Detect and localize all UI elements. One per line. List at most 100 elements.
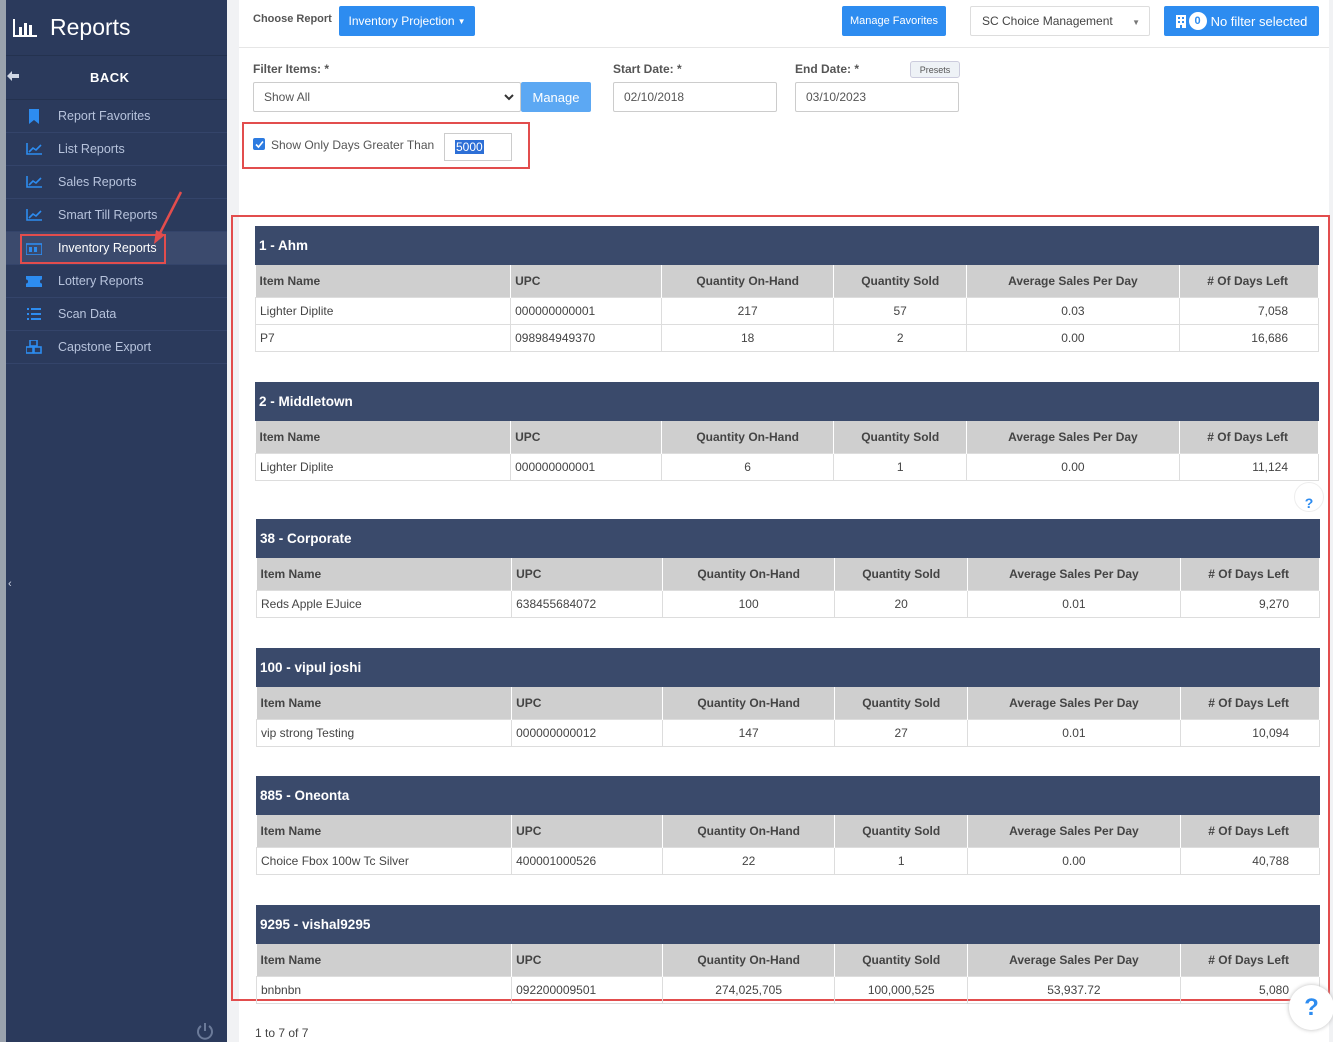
column-header[interactable]: # Of Days Left xyxy=(1180,687,1321,719)
column-header[interactable]: Item Name xyxy=(256,944,513,976)
table-cell: 10,094 xyxy=(1179,718,1321,747)
column-header[interactable]: Item Name xyxy=(256,558,513,590)
table-cell: Lighter Diplite xyxy=(254,296,512,325)
column-header[interactable]: Average Sales Per Day xyxy=(967,944,1181,976)
store-group-title: 1 - Ahm xyxy=(255,226,1319,265)
column-header[interactable]: Average Sales Per Day xyxy=(967,687,1181,719)
sidebar-item-lottery-reports[interactable]: Lottery Reports xyxy=(6,265,227,298)
sidebar-item-label: Smart Till Reports xyxy=(58,208,158,222)
column-header[interactable]: Quantity On-Hand xyxy=(661,265,835,297)
chevron-down-icon xyxy=(504,94,514,101)
column-header[interactable]: Quantity Sold xyxy=(833,421,968,453)
manage-button[interactable]: Manage xyxy=(521,82,591,112)
power-icon[interactable] xyxy=(196,1022,214,1040)
column-header[interactable]: Quantity Sold xyxy=(834,944,969,976)
column-header[interactable]: Item Name xyxy=(256,687,513,719)
table-cell: 16,686 xyxy=(1178,323,1320,352)
column-header[interactable]: Quantity Sold xyxy=(833,265,968,297)
sidebar-item-list-reports[interactable]: List Reports xyxy=(6,133,227,166)
start-date-input[interactable]: 02/10/2018 xyxy=(613,82,777,112)
help-icon[interactable]: ? xyxy=(1289,985,1333,1030)
sidebar-item-label: Capstone Export xyxy=(58,340,152,354)
store-group-title: 2 - Middletown xyxy=(255,382,1319,421)
table-cell: 000000000001 xyxy=(510,296,663,325)
days-checkbox[interactable] xyxy=(253,138,265,150)
store-group: 100 - vipul joshi Item Name UPC Quantity On… xyxy=(255,648,1321,747)
choose-report-label: Choose Report xyxy=(253,13,332,25)
column-header[interactable]: Average Sales Per Day xyxy=(967,815,1181,847)
bar-chart-icon xyxy=(13,18,37,37)
end-date-input[interactable]: 03/10/2023 xyxy=(795,82,959,112)
column-header[interactable]: Quantity On-Hand xyxy=(662,687,836,719)
filter-items-label: Filter Items: * xyxy=(253,62,330,76)
column-header[interactable]: Average Sales Per Day xyxy=(967,558,1181,590)
column-header[interactable]: # Of Days Left xyxy=(1180,558,1321,590)
table-cell: 9,270 xyxy=(1179,589,1321,618)
store-group: 2 - Middletown Item Name UPC Quantity On-Ha… xyxy=(254,382,1320,481)
sidebar-item-inventory-reports[interactable]: Inventory Reports xyxy=(6,191,227,265)
table-cell: 0.01 xyxy=(967,589,1181,618)
column-header[interactable]: # Of Days Left xyxy=(1180,815,1321,847)
days-threshold-input[interactable]: 5000 xyxy=(444,133,512,161)
table-cell: 217 xyxy=(661,296,835,325)
table-row: Choice Fbox 100w Tc Silver 400001000526 22… xyxy=(255,846,1321,875)
column-header[interactable]: Average Sales Per Day xyxy=(966,265,1180,297)
report-dropdown-button[interactable]: Inventory Projection ▼ xyxy=(339,6,475,36)
column-header[interactable]: # Of Days Left xyxy=(1179,421,1320,453)
table-cell: 1 xyxy=(834,846,969,875)
list-icon xyxy=(26,306,42,322)
table-cell: 000000000012 xyxy=(511,718,664,747)
table-header-row: Item Name UPC Quantity On-Hand Quantity Sol… xyxy=(256,687,1321,719)
chart-icon xyxy=(26,141,42,157)
column-header[interactable]: # Of Days Left xyxy=(1180,944,1321,976)
table-cell: 0.00 xyxy=(966,452,1180,481)
store-select[interactable]: SC Choice Management ▼ xyxy=(970,6,1150,36)
table-cell: 27 xyxy=(834,718,969,747)
presets-button[interactable]: Presets xyxy=(910,61,960,78)
column-header[interactable]: UPC xyxy=(511,558,664,590)
sidebar-item-scan-data[interactable]: Scan Data xyxy=(6,298,227,331)
column-header[interactable]: Quantity On-Hand xyxy=(662,944,836,976)
column-header[interactable]: Item Name xyxy=(255,421,512,453)
sidebar-item-smart-till-reports[interactable]: Smart Till Reports xyxy=(6,199,227,232)
inventory-table: Item Name UPC Quantity On-Hand Quantity Sol… xyxy=(255,815,1321,875)
store-group-title: 100 - vipul joshi xyxy=(256,648,1320,687)
column-header[interactable]: Quantity On-Hand xyxy=(662,558,836,590)
filter-count-badge: 0 xyxy=(1188,12,1207,30)
store-filter-button[interactable]: 0 No filter selected xyxy=(1164,6,1319,36)
table-cell: 7,058 xyxy=(1178,296,1320,325)
column-header[interactable]: Item Name xyxy=(256,815,513,847)
column-header[interactable]: UPC xyxy=(511,815,664,847)
sidebar: Reports BACK Report Favorites List Report… xyxy=(0,0,227,1042)
table-cell: 11,124 xyxy=(1178,452,1320,481)
collapse-icon[interactable]: ‹ xyxy=(8,578,12,590)
sidebar-header: Reports xyxy=(6,0,227,56)
column-header[interactable]: Item Name xyxy=(255,265,512,297)
sidebar-item-capstone-export[interactable]: Capstone Export xyxy=(6,331,227,364)
column-header[interactable]: Quantity On-Hand xyxy=(661,421,835,453)
table-header-row: Item Name UPC Quantity On-Hand Quantity Sol… xyxy=(255,265,1320,297)
sidebar-item-report-favorites[interactable]: Report Favorites xyxy=(6,100,227,133)
days-filter-highlight: Show Only Days Greater Than 5000 xyxy=(242,122,530,169)
table-cell: 53,937.72 xyxy=(967,975,1181,1004)
column-header[interactable]: Quantity Sold xyxy=(834,687,969,719)
store-select-value: SC Choice Management xyxy=(982,14,1113,28)
column-header[interactable]: UPC xyxy=(511,944,664,976)
caret-down-icon: ▼ xyxy=(1132,18,1140,27)
manage-favorites-button[interactable]: Manage Favorites xyxy=(842,6,946,36)
filter-items-select[interactable]: Show All xyxy=(253,82,521,112)
table-header-row: Item Name UPC Quantity On-Hand Quantity Sol… xyxy=(255,421,1320,453)
column-header[interactable]: UPC xyxy=(511,687,664,719)
column-header[interactable]: Average Sales Per Day xyxy=(966,421,1180,453)
column-header[interactable]: UPC xyxy=(510,265,663,297)
column-header[interactable]: Quantity Sold xyxy=(834,815,969,847)
column-header[interactable]: Quantity On-Hand xyxy=(662,815,836,847)
column-header[interactable]: Quantity Sold xyxy=(834,558,969,590)
sidebar-item-sales-reports[interactable]: Sales Reports xyxy=(6,166,227,199)
check-icon xyxy=(254,140,264,148)
table-cell: Lighter Diplite xyxy=(254,452,512,481)
back-button[interactable]: BACK xyxy=(6,56,227,100)
column-header[interactable]: UPC xyxy=(510,421,663,453)
help-icon[interactable]: ? xyxy=(1294,482,1324,512)
column-header[interactable]: # Of Days Left xyxy=(1179,265,1320,297)
